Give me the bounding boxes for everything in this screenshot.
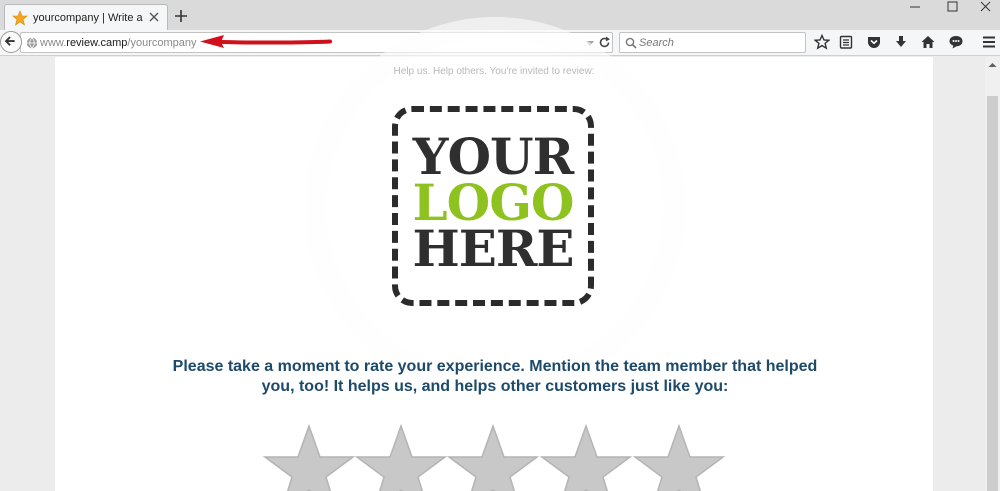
minimize-icon[interactable] (898, 0, 932, 14)
url-prefix: www. (40, 37, 67, 49)
annotation-arrow (200, 35, 332, 48)
browser-tab[interactable]: yourcompany | Write a Re... (4, 4, 168, 31)
scroll-up-arrow-icon[interactable] (985, 57, 1000, 73)
search-input[interactable] (639, 34, 799, 51)
rating-star-4[interactable] (540, 424, 632, 491)
maximize-icon[interactable] (936, 0, 970, 14)
globe-icon (26, 37, 38, 49)
vertical-scrollbar[interactable] (985, 57, 1000, 491)
company-logo: YOUR LOGO HERE (392, 106, 594, 306)
reading-list-icon[interactable] (838, 34, 854, 50)
search-box[interactable] (619, 32, 806, 53)
url-path: /yourcompany (127, 37, 197, 49)
window-close-icon[interactable] (968, 0, 1000, 14)
reload-icon[interactable] (598, 36, 611, 49)
search-icon (625, 37, 637, 49)
tab-title: yourcompany | Write a Re... (33, 12, 145, 24)
rating-star-1[interactable] (263, 424, 355, 491)
rating-prompt: Please take a moment to rate your experi… (172, 358, 818, 395)
menu-icon[interactable] (981, 34, 997, 50)
pocket-icon[interactable] (866, 34, 882, 50)
back-button[interactable] (0, 31, 22, 53)
plus-icon[interactable] (173, 8, 189, 24)
rating-star-2[interactable] (355, 424, 447, 491)
download-icon[interactable] (893, 34, 909, 50)
scroll-thumb[interactable] (987, 96, 998, 491)
close-icon[interactable] (147, 10, 161, 24)
logo-line-3: HERE (412, 219, 574, 278)
rating-star-3[interactable] (447, 424, 539, 491)
review-page: Help us. Help others. You're invited to … (55, 17, 933, 491)
rating-star-5[interactable] (633, 424, 725, 491)
url-domain: review.camp (66, 37, 128, 49)
back-arrow-icon (4, 36, 15, 46)
star-favicon (12, 10, 28, 26)
invite-text: Help us. Help others. You're invited to … (393, 66, 595, 77)
chat-icon[interactable] (948, 34, 964, 50)
home-icon[interactable] (920, 34, 936, 50)
url-text[interactable]: www.review.camp/yourcompany (40, 37, 197, 49)
bookmark-star-icon[interactable] (814, 34, 830, 50)
